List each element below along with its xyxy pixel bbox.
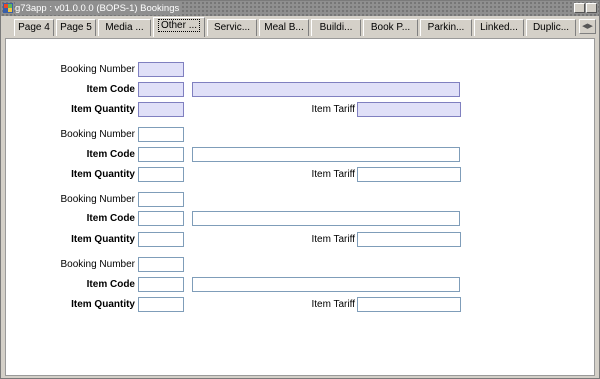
item-quantity-label: Item Quantity [71, 169, 135, 180]
tab-media[interactable]: Media ... [98, 19, 151, 36]
booking-number-field[interactable] [138, 62, 184, 77]
close-button[interactable] [586, 3, 597, 13]
item-quantity-label: Item Quantity [71, 299, 135, 310]
item-tariff-field[interactable] [357, 167, 461, 182]
tab-bar: Page 4 Page 5 Media ... Other ... Servic… [1, 16, 599, 38]
booking-number-label: Booking Number [60, 129, 135, 140]
item-quantity-field[interactable] [138, 167, 184, 182]
booking-number-field[interactable] [138, 127, 184, 142]
item-quantity-field[interactable] [138, 102, 184, 117]
item-tariff-label: Item Tariff [311, 104, 355, 115]
tab-parking[interactable]: Parkin... [420, 19, 472, 36]
item-quantity-field[interactable] [138, 232, 184, 247]
item-quantity-label: Item Quantity [71, 234, 135, 245]
item-code-field[interactable] [138, 277, 184, 292]
item-code-field[interactable] [138, 147, 184, 162]
window-title: g73app : v01.0.0.0 (BOPS-1) Bookings [15, 2, 183, 15]
item-tariff-field[interactable] [357, 232, 461, 247]
item-tariff-field[interactable] [357, 297, 461, 312]
item-description-field[interactable] [192, 211, 460, 226]
item-code-label: Item Code [86, 279, 135, 290]
tab-services[interactable]: Servic... [207, 19, 257, 36]
tab-other[interactable]: Other ... [153, 17, 205, 37]
booking-number-label: Booking Number [60, 194, 135, 205]
booking-number-label: Booking Number [60, 259, 135, 270]
booking-number-label: Booking Number [60, 64, 135, 75]
restore-button[interactable] [574, 3, 585, 13]
item-quantity-field[interactable] [138, 297, 184, 312]
item-code-label: Item Code [86, 84, 135, 95]
item-description-field[interactable] [192, 147, 460, 162]
title-bar[interactable]: g73app : v01.0.0.0 (BOPS-1) Bookings [1, 1, 599, 16]
tab-meal-bookings[interactable]: Meal B... [259, 19, 309, 36]
tab-duplicates[interactable]: Duplic... [526, 19, 576, 36]
tab-linked[interactable]: Linked... [474, 19, 524, 36]
item-code-field[interactable] [138, 82, 184, 97]
item-code-field[interactable] [138, 211, 184, 226]
tab-buildings[interactable]: Buildi... [311, 19, 361, 36]
tab-page-5[interactable]: Page 5 [56, 19, 96, 36]
item-description-field[interactable] [192, 277, 460, 292]
booking-number-field[interactable] [138, 192, 184, 207]
app-window: g73app : v01.0.0.0 (BOPS-1) Bookings Pag… [0, 0, 600, 379]
tab-book-p[interactable]: Book P... [363, 19, 418, 36]
app-icon [3, 3, 13, 13]
booking-number-field[interactable] [138, 257, 184, 272]
item-code-label: Item Code [86, 149, 135, 160]
item-tariff-label: Item Tariff [311, 234, 355, 245]
item-tariff-label: Item Tariff [311, 169, 355, 180]
item-tariff-field[interactable] [357, 102, 461, 117]
tab-scroll-arrows-icon[interactable]: ◀▶ [579, 19, 596, 34]
item-description-field[interactable] [192, 82, 460, 97]
item-code-label: Item Code [86, 213, 135, 224]
item-quantity-label: Item Quantity [71, 104, 135, 115]
tab-page-4[interactable]: Page 4 [14, 19, 54, 36]
item-tariff-label: Item Tariff [311, 299, 355, 310]
